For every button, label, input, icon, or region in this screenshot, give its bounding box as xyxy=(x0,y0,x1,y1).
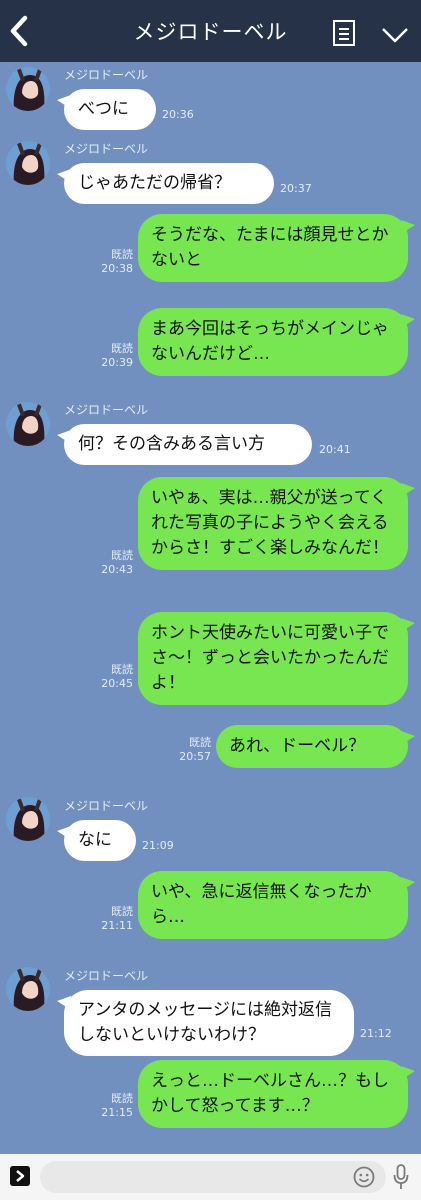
message-time: 20:41 xyxy=(319,443,351,456)
menu-list-icon[interactable] xyxy=(333,20,355,46)
contact-avatar[interactable] xyxy=(6,141,50,185)
expand-arrow-icon[interactable] xyxy=(10,1166,30,1186)
outgoing-message: えっと…ドーベルさん…？もしかして怒ってます…？ xyxy=(138,1060,415,1128)
contact-name: メジロドーベル xyxy=(64,142,149,156)
message-time: 20:37 xyxy=(280,182,312,195)
contact-avatar[interactable] xyxy=(6,67,50,111)
emoji-icon[interactable] xyxy=(353,1166,375,1188)
read-receipt: 既読 20:39 xyxy=(101,342,133,369)
outgoing-message: あれ、ドーベル？ xyxy=(216,725,415,768)
contact-name: メジロドーベル xyxy=(64,403,149,417)
read-receipt: 既読 20:57 xyxy=(179,736,211,763)
incoming-message: じゃあただの帰省？ xyxy=(57,163,274,204)
contact-name: メジロドーベル xyxy=(64,969,149,983)
microphone-icon[interactable] xyxy=(393,1164,409,1190)
contact-avatar[interactable] xyxy=(6,967,50,1011)
read-receipt: 既読 20:45 xyxy=(101,663,133,690)
message-time: 21:12 xyxy=(360,1027,392,1040)
chat-title: メジロドーベル xyxy=(133,20,288,44)
incoming-message: アンタのメッセージには絶対返信しないといけないわけ？ xyxy=(57,990,354,1056)
chevron-down-icon[interactable] xyxy=(381,27,409,43)
read-receipt: 既読 20:43 xyxy=(101,549,133,576)
message-input-bar xyxy=(0,1154,421,1200)
message-time: 21:09 xyxy=(142,839,174,852)
incoming-message: 何？その含みある言い方 xyxy=(57,424,312,465)
outgoing-message: いや、急に返信無くなったから… xyxy=(138,871,415,939)
message-input[interactable] xyxy=(40,1161,386,1193)
contact-name: メジロドーベル xyxy=(64,68,149,82)
read-receipt: 既読 20:38 xyxy=(101,248,133,275)
message-time: 20:36 xyxy=(162,108,194,121)
contact-avatar[interactable] xyxy=(6,797,50,841)
outgoing-message: そうだな、たまには顔見せとかないと xyxy=(138,214,415,282)
outgoing-message: まあ今回はそっちがメインじゃないんだけど… xyxy=(138,308,415,376)
contact-avatar[interactable] xyxy=(6,402,50,446)
incoming-message: なに xyxy=(57,820,136,861)
contact-name: メジロドーベル xyxy=(64,799,149,813)
read-receipt: 既読 21:11 xyxy=(101,905,133,932)
chat-header: メジロドーベル xyxy=(0,0,421,62)
read-receipt: 既読 21:15 xyxy=(101,1092,133,1119)
incoming-message: べつに xyxy=(57,89,156,130)
outgoing-message: いやぁ、実は…親父が送ってくれた写真の子にようやく会えるからさ！すごく楽しみなん… xyxy=(138,477,415,570)
outgoing-message: ホント天使みたいに可愛い子でさ～！ずっと会いたかったんだよ！ xyxy=(138,612,415,705)
